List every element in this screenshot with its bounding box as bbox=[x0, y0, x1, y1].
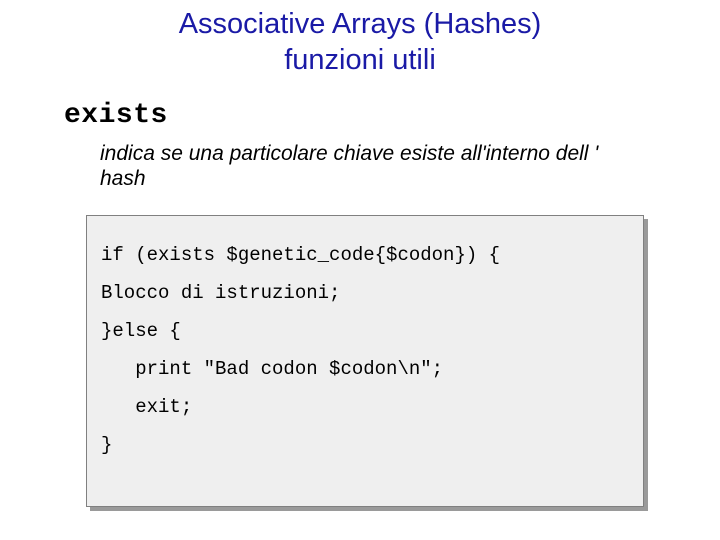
code-line: exit; bbox=[101, 396, 192, 418]
code-line: }else { bbox=[101, 320, 181, 342]
code-line: } bbox=[101, 434, 112, 456]
keyword-heading: exists bbox=[64, 100, 168, 131]
slide: Associative Arrays (Hashes) funzioni uti… bbox=[0, 0, 720, 540]
code-line: print "Bad codon $codon\n"; bbox=[101, 358, 443, 380]
keyword-description: indica se una particolare chiave esiste … bbox=[100, 142, 600, 192]
slide-title: Associative Arrays (Hashes) funzioni uti… bbox=[0, 6, 720, 79]
code-line: Blocco di istruzioni; bbox=[101, 282, 340, 304]
code-block-body: if (exists $genetic_code{$codon}) { Bloc… bbox=[86, 215, 644, 507]
code-line: if (exists $genetic_code{$codon}) { bbox=[101, 244, 500, 266]
title-line-1: Associative Arrays (Hashes) bbox=[179, 8, 542, 40]
code-block: if (exists $genetic_code{$codon}) { Bloc… bbox=[86, 215, 644, 507]
title-line-2: funzioni utili bbox=[284, 44, 436, 76]
